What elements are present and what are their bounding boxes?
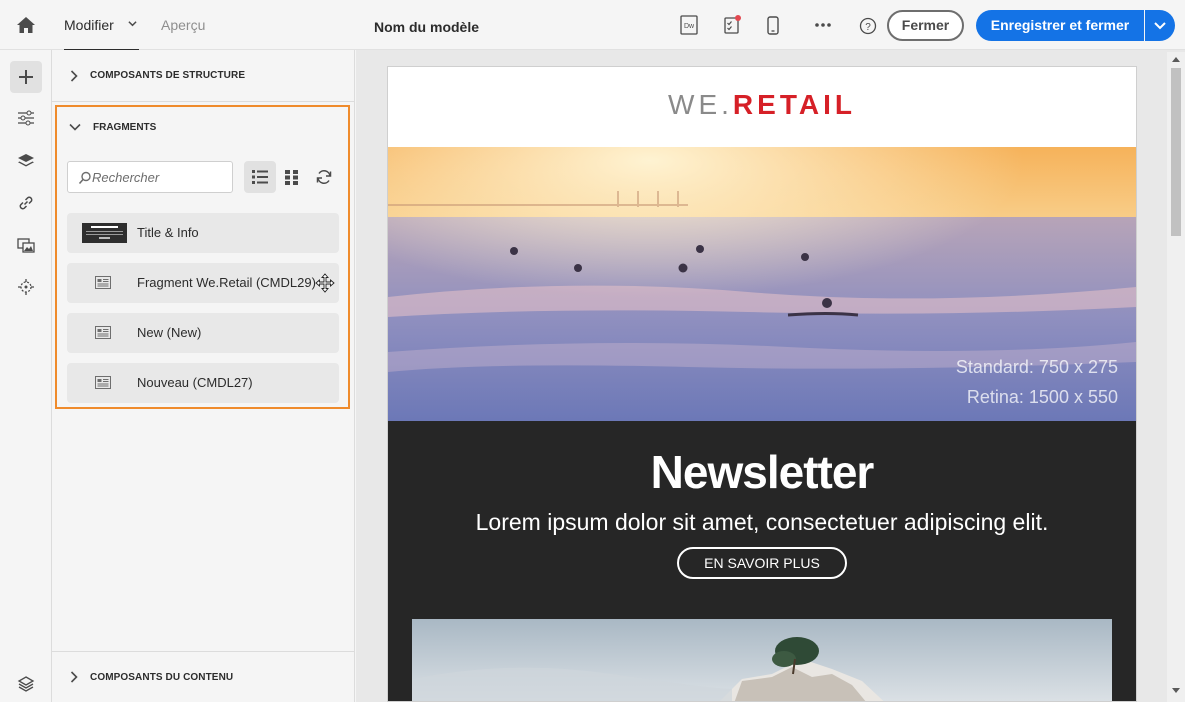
help-icon[interactable]: ? [857, 14, 879, 36]
chevron-down-icon [69, 123, 81, 131]
grid-view-icon [285, 170, 298, 185]
we-retail-logo: WE.RETAIL [388, 89, 1136, 121]
fragments-section-label: FRAGMENTS [93, 121, 157, 133]
sliders-icon [18, 110, 34, 126]
more-icon[interactable] [812, 14, 834, 36]
list-view-button[interactable] [244, 161, 276, 193]
fragment-label: Nouveau (CMDL27) [137, 375, 253, 390]
hero-caption-standard: Standard: 750 x 275 [955, 357, 1118, 377]
scrollbar-thumb[interactable] [1171, 68, 1181, 236]
layers-icon [18, 154, 34, 167]
fragment-thumbnail [82, 223, 127, 243]
components-panel: COMPOSANTS DE STRUCTURE FRAGMENTS Title … [52, 50, 355, 702]
chevron-right-icon [70, 671, 78, 683]
fragment-icon [95, 326, 111, 339]
layers-button[interactable] [10, 145, 42, 177]
list-view-icon [252, 170, 268, 184]
fragment-label: Title & Info [137, 225, 199, 240]
newsletter-subline: Lorem ipsum dolor sit amet, consectetuer… [475, 509, 1049, 535]
email-preview[interactable]: WE.RETAIL Standard: 750 x 275 Retina: 15… [387, 66, 1137, 702]
structure-section-label: COMPOSANTS DE STRUCTURE [90, 70, 246, 81]
fragment-item-title-info[interactable]: Title & Info [67, 213, 339, 253]
move-cursor-icon [315, 273, 335, 293]
document-title[interactable]: Nom du modèle [374, 0, 479, 55]
grid-view-button[interactable] [276, 161, 308, 193]
fragment-search [67, 161, 233, 193]
personalization-button[interactable] [10, 271, 42, 303]
add-components-button[interactable] [10, 61, 42, 93]
chevron-right-icon [70, 69, 78, 82]
tab-edit[interactable]: Modifier [64, 0, 139, 51]
assets-button[interactable] [10, 229, 42, 261]
close-button[interactable]: Fermer [887, 10, 964, 41]
fragment-item-new[interactable]: New (New) [67, 313, 339, 353]
mobile-icon[interactable] [762, 14, 784, 36]
chevron-down-icon[interactable] [128, 19, 137, 28]
misty-rocks-image [412, 619, 1112, 701]
fragment-item-nouveau[interactable]: Nouveau (CMDL27) [67, 363, 339, 403]
structure-components-section[interactable]: COMPOSANTS DE STRUCTURE [52, 50, 355, 102]
fragment-icon [95, 276, 111, 289]
newsletter-block[interactable]: Newsletter Lorem ipsum dolor sit amet, c… [388, 421, 1136, 701]
learn-more-button[interactable]: EN SAVOIR PLUS [677, 547, 847, 579]
save-and-close-button[interactable]: Enregistrer et fermer [976, 10, 1144, 41]
logo-retail: RETAIL [732, 89, 856, 120]
search-icon [78, 171, 91, 185]
settings-sliders-button[interactable] [10, 102, 42, 134]
plus-icon [19, 70, 33, 84]
vertical-scrollbar[interactable] [1167, 52, 1185, 702]
scroll-down-icon[interactable] [1172, 688, 1180, 694]
fragment-label: New (New) [137, 325, 202, 340]
dreamweaver-icon[interactable]: Dw [678, 14, 700, 36]
stack-icon [17, 676, 35, 692]
top-bar: Modifier Aperçu Nom du modèle Dw ? Ferme… [0, 0, 1185, 51]
dw-icon-text: Dw [684, 23, 695, 30]
left-rail [0, 50, 52, 702]
fragment-label: Fragment We.Retail (CMDL29) [137, 275, 316, 290]
fragments-section-header[interactable]: FRAGMENTS [57, 107, 348, 147]
content-section-label: COMPOSANTS DU CONTENU [90, 671, 234, 683]
newsletter-headline: Newsletter [650, 446, 875, 498]
search-input[interactable] [92, 162, 230, 192]
fragment-icon [95, 376, 111, 389]
tab-edit-label: Modifier [64, 17, 114, 33]
hero-image[interactable]: Standard: 750 x 275 Retina: 1500 x 550 [388, 147, 1136, 421]
layers-bottom-button[interactable] [10, 667, 42, 699]
scroll-up-icon[interactable] [1172, 56, 1180, 62]
surf-sunset-image [388, 147, 1136, 421]
content-components-section[interactable]: COMPOSANTS DU CONTENU [52, 651, 355, 702]
svg-text:?: ? [865, 22, 871, 33]
home-icon[interactable] [14, 13, 38, 37]
link-icon [19, 196, 33, 210]
tab-preview-label: Aperçu [161, 17, 206, 33]
refresh-button[interactable] [308, 161, 340, 193]
target-icon [18, 279, 34, 295]
fragments-section: FRAGMENTS Title & Info Fragment We.Retai… [55, 105, 350, 409]
fragment-item-we-retail[interactable]: Fragment We.Retail (CMDL29) [67, 263, 339, 303]
hero-caption-retina: Retina: 1500 x 550 [966, 387, 1118, 407]
links-button[interactable] [10, 187, 42, 219]
tab-preview[interactable]: Aperçu [161, 0, 205, 50]
save-options-dropdown[interactable] [1145, 10, 1175, 41]
email-canvas: WE.RETAIL Standard: 750 x 275 Retina: 15… [356, 50, 1185, 702]
refresh-icon [316, 170, 332, 184]
chevron-down-icon [1154, 22, 1166, 30]
logo-we: WE. [668, 89, 733, 120]
image-assets-icon [17, 238, 35, 253]
checklist-alert-icon[interactable] [721, 14, 743, 36]
mountain-image[interactable] [412, 619, 1112, 701]
